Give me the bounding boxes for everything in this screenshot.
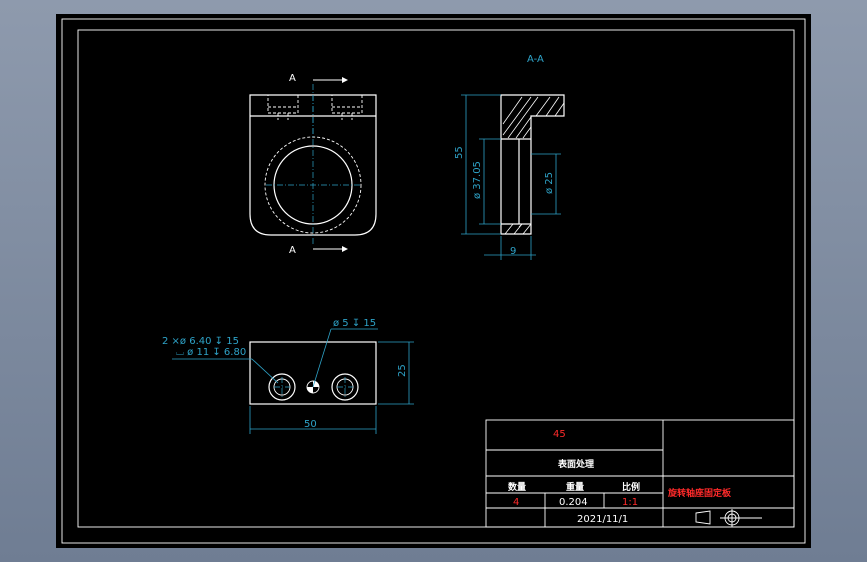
dim-hole-spec-1: 2 ×ø 6.40 ↧ 15 — [162, 336, 239, 347]
drawing-sheet: A A A-A 55 ø 37.05 ø 25 9 2 ×ø 6.40 ↧ 15… — [56, 14, 811, 548]
front-view — [249, 77, 377, 252]
scale-label: 比例 — [622, 481, 640, 493]
dim-9: 9 — [510, 246, 516, 257]
dim-50: 50 — [304, 419, 317, 430]
drawing-date: 2021/11/1 — [577, 514, 628, 525]
section-label: A-A — [527, 54, 544, 65]
title-block — [485, 419, 795, 528]
dim-pin-spec: ø 5 ↧ 15 — [333, 318, 376, 329]
qty-label: 数量 — [508, 481, 526, 493]
dim-dia-25: ø 25 — [544, 172, 555, 194]
cut-label-top: A — [289, 73, 296, 84]
qty-value: 4 — [513, 497, 519, 508]
cad-drawing: A A A-A 55 ø 37.05 ø 25 9 2 ×ø 6.40 ↧ 15… — [61, 18, 806, 544]
dim-55: 55 — [454, 146, 465, 159]
dim-25: 25 — [397, 364, 408, 377]
inner-border — [77, 29, 795, 528]
dim-hole-spec-2: ⌴ ø 11 ↧ 6.80 — [176, 347, 246, 358]
cut-label-bottom: A — [289, 245, 296, 256]
weight-label: 重量 — [566, 481, 584, 493]
material-value: 45 — [553, 429, 566, 440]
weight-value: 0.204 — [559, 497, 588, 508]
scale-value: 1:1 — [622, 497, 638, 508]
dim-dia-37: ø 37.05 — [472, 161, 483, 199]
outer-border — [61, 18, 806, 544]
surface-label: 表面处理 — [557, 458, 594, 470]
part-name: 旋转轴座固定板 — [667, 487, 732, 499]
